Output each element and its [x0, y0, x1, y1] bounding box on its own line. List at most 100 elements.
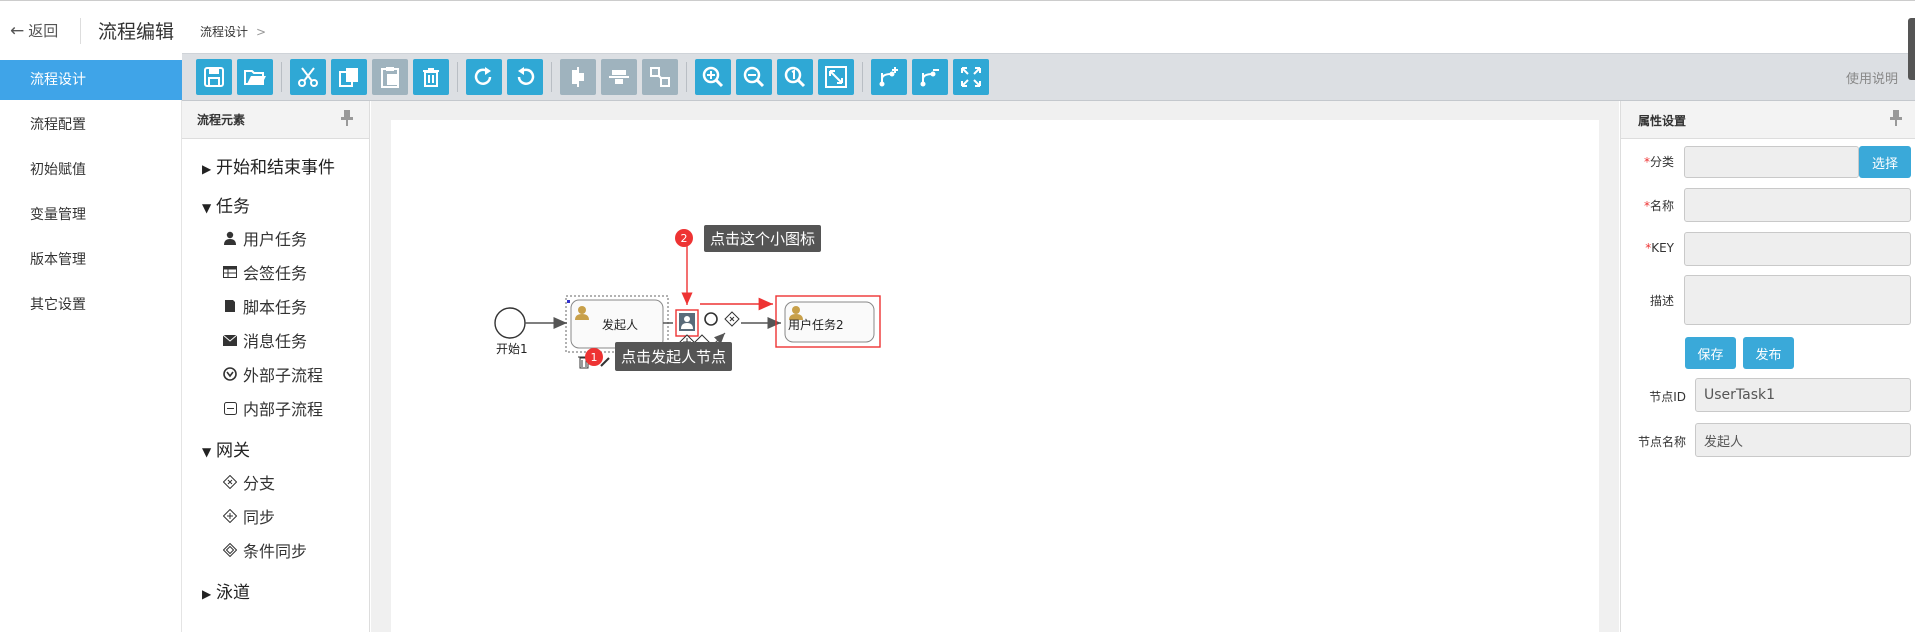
- toolbar-buttons: [196, 57, 989, 97]
- diagram-canvas[interactable]: 开始1 发起人 用户任务2 2 点击这个小图标 1 点击发起人节点: [391, 120, 1599, 632]
- node-name-field[interactable]: 发起人: [1695, 423, 1911, 457]
- zoom-actual-button[interactable]: [777, 59, 813, 95]
- gateway-inclusive-icon: [222, 542, 238, 558]
- select-category-button[interactable]: 选择: [1859, 146, 1911, 178]
- start-event[interactable]: [494, 307, 526, 339]
- zoom-in-button[interactable]: [695, 59, 731, 95]
- palette-item-message-task[interactable]: 消息任务: [222, 328, 307, 352]
- category-field[interactable]: [1684, 146, 1859, 178]
- zoom-out-icon: [743, 66, 765, 88]
- palette-group-lanes[interactable]: ▶ 泳道: [202, 578, 250, 603]
- task1-label: 发起人: [602, 318, 639, 332]
- zoom-in-icon: [702, 66, 724, 88]
- sidebar-item-versions[interactable]: 版本管理: [0, 240, 182, 280]
- fit-window-button[interactable]: [818, 59, 854, 95]
- palette-item-external-subprocess[interactable]: 外部子流程: [222, 362, 323, 386]
- sidebar-item-variables[interactable]: 变量管理: [0, 195, 182, 235]
- item-label: 外部子流程: [243, 366, 324, 385]
- caret-down-icon: ▼: [202, 201, 212, 215]
- palette-item-internal-subprocess[interactable]: 内部子流程: [222, 396, 323, 420]
- item-label: 会签任务: [243, 264, 308, 283]
- delete-button[interactable]: [413, 59, 449, 95]
- palette-item-parallel[interactable]: 同步: [222, 504, 275, 528]
- undo-button[interactable]: [507, 59, 543, 95]
- zoom-actual-icon: [784, 66, 806, 88]
- pin-icon[interactable]: [1889, 109, 1903, 131]
- table-icon: [222, 264, 238, 280]
- palette-item-branch[interactable]: 分支: [222, 470, 275, 494]
- align-horizontal-button[interactable]: [601, 59, 637, 95]
- palette-item-conditional-sync[interactable]: 条件同步: [222, 538, 307, 562]
- palette-item-countersign-task[interactable]: 会签任务: [222, 260, 307, 284]
- gateway-exclusive-icon: [222, 474, 238, 490]
- paste-button[interactable]: [372, 59, 408, 95]
- name-field[interactable]: [1684, 188, 1911, 222]
- description-textarea[interactable]: [1684, 275, 1911, 325]
- align-vertical-icon: [572, 67, 584, 87]
- help-link[interactable]: 使用说明: [1846, 68, 1898, 87]
- palette-item-user-task[interactable]: 用户任务: [222, 226, 307, 250]
- caret-right-icon: ▶: [202, 587, 212, 601]
- header-divider: [80, 18, 81, 44]
- back-label: 返回: [28, 22, 59, 40]
- fit-window-icon: [825, 66, 847, 88]
- node-id-field[interactable]: UserTask1: [1695, 378, 1911, 412]
- save-button[interactable]: 保存: [1685, 337, 1736, 369]
- sidebar-item-design[interactable]: 流程设计: [0, 60, 182, 100]
- toolbar-separator: [551, 62, 552, 92]
- page-title: 流程编辑: [98, 21, 175, 43]
- palette-item-script-task[interactable]: 脚本任务: [222, 294, 307, 318]
- subprocess-circle-icon: [222, 366, 238, 382]
- append-end-event-icon[interactable]: [704, 312, 718, 326]
- sidebar: [0, 60, 182, 632]
- breadcrumb: 流程设计 >: [200, 23, 266, 40]
- fullscreen-icon: [961, 67, 981, 87]
- key-field[interactable]: [1684, 232, 1911, 266]
- remove-branch-button[interactable]: [912, 59, 948, 95]
- undo-icon: [517, 67, 535, 85]
- group-label: 网关: [216, 441, 250, 461]
- copy-button[interactable]: [331, 59, 367, 95]
- group-label: 开始和结束事件: [216, 158, 335, 178]
- palette-group-tasks[interactable]: ▼ 任务: [202, 192, 250, 217]
- same-size-button[interactable]: [642, 59, 678, 95]
- step-badge-2: 2: [675, 229, 693, 247]
- scroll-handle[interactable]: [1908, 18, 1915, 80]
- caret-right-icon: ▶: [202, 162, 212, 176]
- fullscreen-button[interactable]: [953, 59, 989, 95]
- align-vertical-button[interactable]: [560, 59, 596, 95]
- selection-handle[interactable]: [567, 300, 570, 303]
- save-button[interactable]: [196, 59, 232, 95]
- caret-down-icon: ▼: [202, 445, 212, 459]
- description-label: 描述: [1649, 294, 1674, 308]
- toolbar-separator: [457, 62, 458, 92]
- palette-group-gateways[interactable]: ▼ 网关: [202, 436, 250, 461]
- publish-button[interactable]: 发布: [1743, 337, 1794, 369]
- redo-icon: [474, 67, 492, 85]
- sidebar-item-other-settings[interactable]: 其它设置: [0, 285, 182, 325]
- properties-panel: 属性设置 *分类 选择 *名称 *KEY 描述 保存 发布 节点ID UserT…: [1620, 101, 1915, 632]
- breadcrumb-current[interactable]: 流程设计: [200, 25, 248, 39]
- step-badge-1: 1: [585, 348, 603, 366]
- diagram-svg: [494, 245, 881, 369]
- sidebar-item-config[interactable]: 流程配置: [0, 105, 182, 145]
- item-label: 条件同步: [243, 542, 308, 561]
- zoom-out-button[interactable]: [736, 59, 772, 95]
- cut-button[interactable]: [290, 59, 326, 95]
- add-branch-button[interactable]: [871, 59, 907, 95]
- sidebar-item-init-assign[interactable]: 初始赋值: [0, 150, 182, 190]
- redo-button[interactable]: [466, 59, 502, 95]
- back-button[interactable]: ← 返回: [10, 20, 58, 41]
- minus-square-icon: [222, 400, 238, 416]
- palette-header: 流程元素: [182, 101, 369, 139]
- properties-header: 属性设置: [1621, 101, 1915, 139]
- pin-icon[interactable]: [340, 109, 354, 131]
- user-icon: [222, 230, 238, 246]
- item-label: 分支: [243, 474, 276, 493]
- open-folder-button[interactable]: [237, 59, 273, 95]
- toolbar-separator: [862, 62, 863, 92]
- properties-title: 属性设置: [1638, 114, 1687, 128]
- arrow-left-icon: ←: [10, 21, 25, 41]
- palette-group-events[interactable]: ▶ 开始和结束事件: [202, 153, 335, 178]
- breadcrumb-separator: >: [256, 25, 267, 39]
